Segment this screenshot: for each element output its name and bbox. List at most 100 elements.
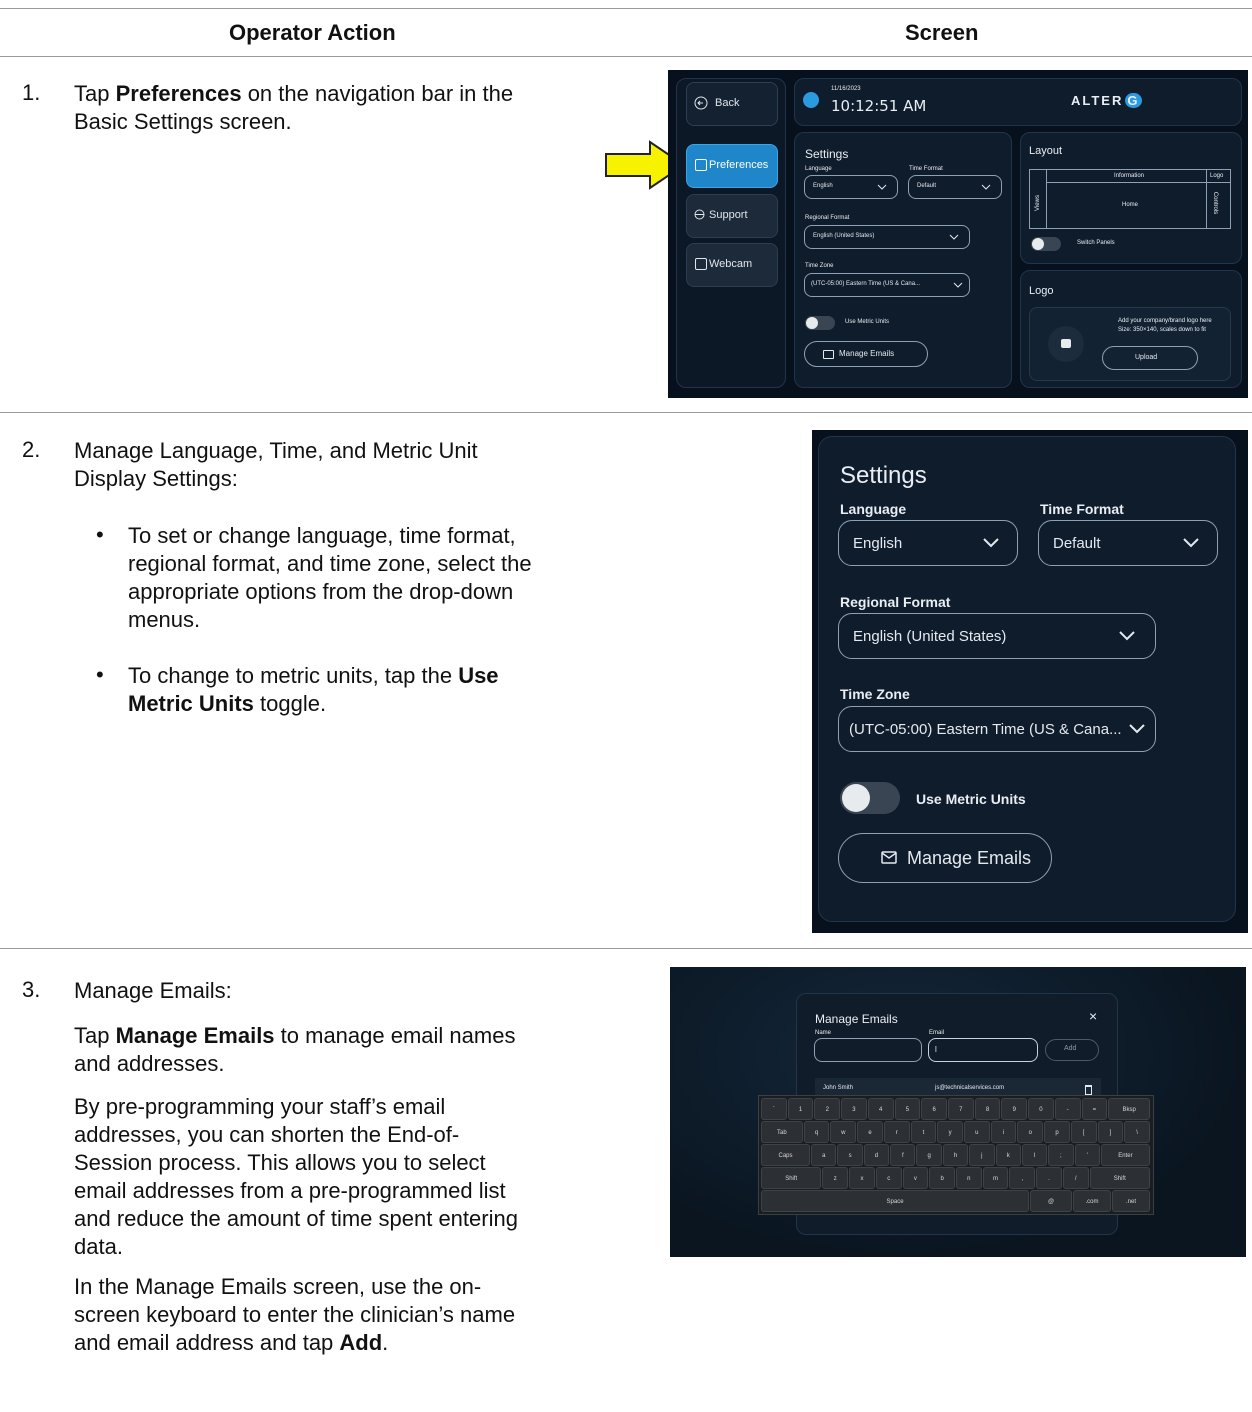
add-button[interactable]: Add (1045, 1039, 1099, 1061)
regional-format-select[interactable]: English (United States) (838, 613, 1156, 659)
key[interactable]: o (1017, 1121, 1044, 1143)
key[interactable]: [ (1070, 1121, 1097, 1143)
key[interactable]: Shift (761, 1167, 822, 1189)
key[interactable]: 6 (921, 1098, 947, 1120)
key[interactable]: w (830, 1121, 857, 1143)
key[interactable]: s (837, 1144, 863, 1166)
email-input[interactable]: l (928, 1038, 1038, 1062)
key[interactable]: = (1081, 1098, 1108, 1120)
manage-emails-button[interactable]: Manage Emails (838, 833, 1052, 883)
key[interactable]: m (982, 1167, 1009, 1189)
time-zone-select[interactable]: (UTC-05:00) Eastern Time (US & Cana... (804, 273, 970, 297)
time-zone-select[interactable]: (UTC-05:00) Eastern Time (US & Cana... (838, 706, 1156, 752)
key[interactable]: e (857, 1121, 883, 1143)
chevron-down-icon (1183, 538, 1199, 548)
step-1-rule (0, 412, 1252, 413)
trash-icon[interactable] (1085, 1085, 1092, 1095)
key[interactable]: c (875, 1167, 902, 1189)
header-rule (0, 56, 1252, 57)
nav-support[interactable]: Support (686, 194, 778, 238)
time-format-select[interactable]: Default (1038, 520, 1218, 566)
column-header-screen: Screen (905, 20, 979, 45)
nav-preferences[interactable]: Preferences (686, 144, 778, 188)
key[interactable]: g (916, 1144, 942, 1166)
key[interactable]: v (902, 1167, 929, 1189)
key[interactable]: 9 (1001, 1098, 1028, 1120)
key[interactable]: 3 (841, 1098, 867, 1120)
key[interactable]: Enter (1100, 1144, 1150, 1166)
basic-settings-screen: Back Preferences Support Webcam 11/16/20… (668, 70, 1248, 398)
key[interactable]: x (849, 1167, 875, 1189)
key[interactable]: .net (1112, 1190, 1150, 1212)
language-label: Language (805, 166, 832, 172)
key[interactable]: Tab (761, 1121, 803, 1143)
key[interactable]: l (1021, 1144, 1048, 1166)
metric-units-toggle[interactable] (840, 782, 900, 814)
key[interactable]: ] (1097, 1121, 1124, 1143)
top-rule (0, 8, 1252, 9)
key[interactable]: t (910, 1121, 937, 1143)
key[interactable]: , (1009, 1167, 1036, 1189)
key[interactable]: 2 (814, 1098, 841, 1120)
key[interactable]: Bksp (1108, 1098, 1150, 1120)
key[interactable]: ` (761, 1098, 787, 1120)
key[interactable]: z (822, 1167, 849, 1189)
time-format-label: Time Format (1040, 501, 1124, 517)
chevron-down-icon (953, 282, 963, 288)
key[interactable]: q (803, 1121, 830, 1143)
settings-title: Settings (805, 147, 849, 161)
language-select[interactable]: English (804, 175, 898, 199)
metric-units-toggle[interactable] (805, 316, 835, 330)
key[interactable]: p (1044, 1121, 1070, 1143)
key[interactable]: r (883, 1121, 910, 1143)
key[interactable]: a (811, 1144, 837, 1166)
nav-webcam[interactable]: Webcam (686, 243, 778, 287)
key[interactable]: 0 (1028, 1098, 1054, 1120)
mail-icon (823, 350, 834, 359)
brand-logo: ALTER G (1071, 93, 1142, 108)
key[interactable]: k (995, 1144, 1021, 1166)
key[interactable]: 5 (894, 1098, 921, 1120)
clock-icon (803, 92, 819, 108)
key[interactable]: 7 (947, 1098, 974, 1120)
settings-title: Settings (840, 462, 927, 489)
key[interactable]: y (937, 1121, 963, 1143)
key[interactable]: j (969, 1144, 995, 1166)
key[interactable]: 1 (787, 1098, 814, 1120)
switch-panels-toggle[interactable] (1031, 237, 1061, 251)
regional-format-label: Regional Format (805, 215, 850, 221)
key[interactable]: Space (761, 1190, 1030, 1212)
key[interactable]: Caps (761, 1144, 811, 1166)
column-header-action: Operator Action (229, 20, 396, 45)
close-icon[interactable]: × (1089, 1008, 1097, 1024)
chevron-down-icon (1129, 724, 1145, 734)
name-input[interactable] (814, 1038, 922, 1062)
key[interactable]: - (1054, 1098, 1081, 1120)
language-select[interactable]: English (838, 520, 1018, 566)
key[interactable]: h (942, 1144, 969, 1166)
step-1-number: 1. (22, 80, 41, 105)
key[interactable]: / (1062, 1167, 1089, 1189)
key[interactable]: .com (1073, 1190, 1111, 1212)
key[interactable]: . (1036, 1167, 1062, 1189)
key[interactable]: b (929, 1167, 955, 1189)
manage-emails-button[interactable]: Manage Emails (804, 341, 928, 367)
key[interactable]: Shift (1089, 1167, 1150, 1189)
chevron-down-icon (949, 234, 959, 240)
key[interactable]: 8 (974, 1098, 1001, 1120)
key[interactable]: f (890, 1144, 916, 1166)
key[interactable]: u (964, 1121, 990, 1143)
key[interactable]: n (956, 1167, 982, 1189)
step-1-text: Tap Preferences on the navigation bar in… (74, 81, 514, 134)
regional-format-select[interactable]: English (United States) (804, 225, 970, 249)
key[interactable]: ; (1048, 1144, 1074, 1166)
key[interactable]: ' (1074, 1144, 1100, 1166)
key[interactable]: @ (1030, 1190, 1072, 1212)
back-button[interactable]: Back (686, 82, 778, 126)
key[interactable]: 4 (867, 1098, 894, 1120)
key[interactable]: \ (1124, 1121, 1150, 1143)
key[interactable]: d (863, 1144, 890, 1166)
key[interactable]: i (990, 1121, 1017, 1143)
upload-button[interactable]: Upload (1102, 346, 1198, 370)
time-format-select[interactable]: Default (908, 175, 1002, 199)
